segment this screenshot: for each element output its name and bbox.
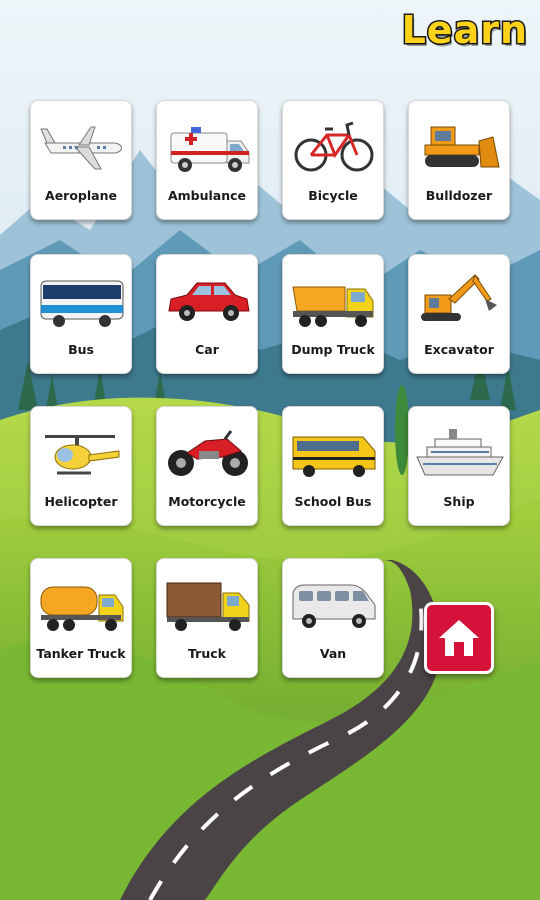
vehicle-card-aeroplane[interactable]: Aeroplane [30, 100, 132, 220]
helicopter-icon [45, 435, 120, 475]
vehicle-card-bicycle[interactable]: Bicycle [282, 100, 384, 220]
excavator-icon [421, 273, 497, 321]
vehicle-label: Van [319, 646, 347, 661]
bus-icon [40, 280, 124, 327]
home-button[interactable] [424, 602, 494, 674]
vehicle-grid: Aeroplane Ambulance Bicycle Bulldozer Bu… [0, 0, 540, 900]
vehicle-label: Ambulance [167, 188, 247, 203]
vehicle-card-van[interactable]: Van [282, 558, 384, 678]
vehicle-card-ship[interactable]: Ship [408, 406, 510, 526]
vehicle-card-excavator[interactable]: Excavator [408, 254, 510, 374]
vehicle-label: Ship [443, 494, 475, 509]
vehicle-label: Motorcycle [168, 494, 246, 509]
vehicle-label: Bicycle [308, 188, 358, 203]
vehicle-card-motorcycle[interactable]: Motorcycle [156, 406, 258, 526]
car-icon [168, 282, 250, 321]
vehicle-card-tanker-truck[interactable]: Tanker Truck [30, 558, 132, 678]
van-icon [292, 584, 376, 628]
vehicle-label: Car [195, 342, 219, 357]
vehicle-card-car[interactable]: Car [156, 254, 258, 374]
vehicle-card-ambulance[interactable]: Ambulance [156, 100, 258, 220]
home-icon [439, 620, 479, 656]
ambulance-icon [170, 127, 250, 172]
vehicle-label: Bus [68, 342, 94, 357]
bulldozer-icon [424, 126, 500, 168]
truck-icon [166, 582, 250, 631]
vehicle-card-school-bus[interactable]: School Bus [282, 406, 384, 526]
bicycle-icon [294, 121, 374, 172]
motorcycle-icon [168, 430, 248, 476]
dump-truck-icon [292, 286, 374, 327]
vehicle-label: Truck [188, 646, 226, 661]
vehicle-label: Bulldozer [425, 188, 493, 203]
vehicle-label: Aeroplane [45, 188, 117, 203]
tanker-truck-icon [40, 586, 124, 631]
vehicle-card-helicopter[interactable]: Helicopter [30, 406, 132, 526]
vehicle-label: Helicopter [44, 494, 118, 509]
vehicle-card-bus[interactable]: Bus [30, 254, 132, 374]
school-bus-icon [292, 436, 376, 477]
vehicle-card-dump-truck[interactable]: Dump Truck [282, 254, 384, 374]
vehicle-label: Excavator [424, 342, 494, 357]
aeroplane-icon [40, 126, 122, 170]
vehicle-label: School Bus [294, 494, 372, 509]
ship-icon [416, 429, 504, 476]
vehicle-label: Tanker Truck [36, 646, 126, 661]
vehicle-card-truck[interactable]: Truck [156, 558, 258, 678]
vehicle-card-bulldozer[interactable]: Bulldozer [408, 100, 510, 220]
vehicle-label: Dump Truck [291, 342, 375, 357]
